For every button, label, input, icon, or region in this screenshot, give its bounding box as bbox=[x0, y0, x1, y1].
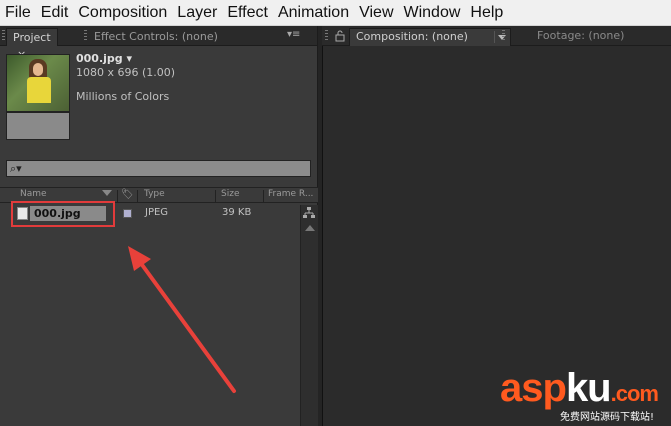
column-type[interactable]: Type bbox=[144, 189, 165, 199]
menu-layer[interactable]: Layer bbox=[172, 0, 222, 26]
panel-menu-icon[interactable]: ▾≡ bbox=[287, 29, 300, 40]
tab-composition-label: Composition: (none) bbox=[356, 30, 468, 43]
file-dimensions: 1080 x 696 (1.00) bbox=[76, 66, 176, 79]
file-title[interactable]: 000.jpg ▾ bbox=[76, 52, 132, 65]
tab-effect-controls[interactable]: Effect Controls: (none) bbox=[88, 28, 224, 46]
search-icon[interactable]: ⌕▾ bbox=[10, 162, 22, 176]
column-name[interactable]: Name bbox=[20, 189, 47, 199]
panel-grip-icon[interactable] bbox=[502, 30, 505, 42]
vertical-scrollbar[interactable] bbox=[300, 205, 318, 426]
menu-effect[interactable]: Effect bbox=[222, 0, 273, 26]
scroll-up-icon[interactable] bbox=[305, 225, 315, 231]
menu-file[interactable]: File bbox=[0, 0, 36, 26]
file-color-depth: Millions of Colors bbox=[76, 90, 170, 103]
menu-animation[interactable]: Animation bbox=[273, 0, 354, 26]
tab-composition[interactable]: Composition: (none) bbox=[349, 28, 511, 46]
flowchart-icon[interactable] bbox=[302, 206, 316, 220]
menu-edit[interactable]: Edit bbox=[36, 0, 74, 26]
panel-grip-icon[interactable] bbox=[325, 30, 328, 42]
tab-project-label: Project bbox=[13, 31, 51, 44]
tab-footage[interactable]: Footage: (none) bbox=[537, 28, 624, 44]
panel-grip-icon[interactable] bbox=[84, 30, 87, 42]
composition-panel: Composition: (none) Footage: (none) bbox=[322, 26, 671, 426]
highlight-box bbox=[11, 201, 115, 227]
column-frame-rate[interactable]: Frame R... bbox=[268, 189, 313, 199]
thumbnail-preview bbox=[6, 54, 70, 112]
project-tabbar: Project × Effect Controls: (none) ▾≡ bbox=[0, 26, 317, 61]
menu-view[interactable]: View bbox=[354, 0, 398, 26]
watermark-subtitle: 免费网站源码下载站! bbox=[560, 412, 655, 423]
thumbnail-strip bbox=[6, 112, 70, 140]
menu-help[interactable]: Help bbox=[465, 0, 508, 26]
lock-icon[interactable] bbox=[334, 30, 346, 42]
watermark: aspku.com 免费网站源码下载站! bbox=[500, 368, 659, 423]
item-size: 39 KB bbox=[222, 207, 252, 218]
sort-arrow-icon[interactable] bbox=[102, 190, 112, 196]
column-size[interactable]: Size bbox=[221, 189, 239, 199]
chevron-down-icon[interactable] bbox=[494, 31, 508, 43]
menu-window[interactable]: Window bbox=[399, 0, 466, 26]
item-type: JPEG bbox=[145, 207, 169, 218]
tab-project[interactable]: Project × bbox=[6, 28, 58, 61]
label-tag-icon[interactable]: 🏷 bbox=[121, 189, 134, 200]
search-input[interactable]: ⌕▾ bbox=[6, 160, 311, 177]
composition-tabbar: Composition: (none) Footage: (none) bbox=[322, 26, 671, 46]
menu-bar: File Edit Composition Layer Effect Anima… bbox=[0, 0, 671, 26]
panel-grip-icon[interactable] bbox=[2, 30, 5, 42]
label-color-swatch[interactable] bbox=[123, 209, 132, 218]
menu-composition[interactable]: Composition bbox=[73, 0, 172, 26]
